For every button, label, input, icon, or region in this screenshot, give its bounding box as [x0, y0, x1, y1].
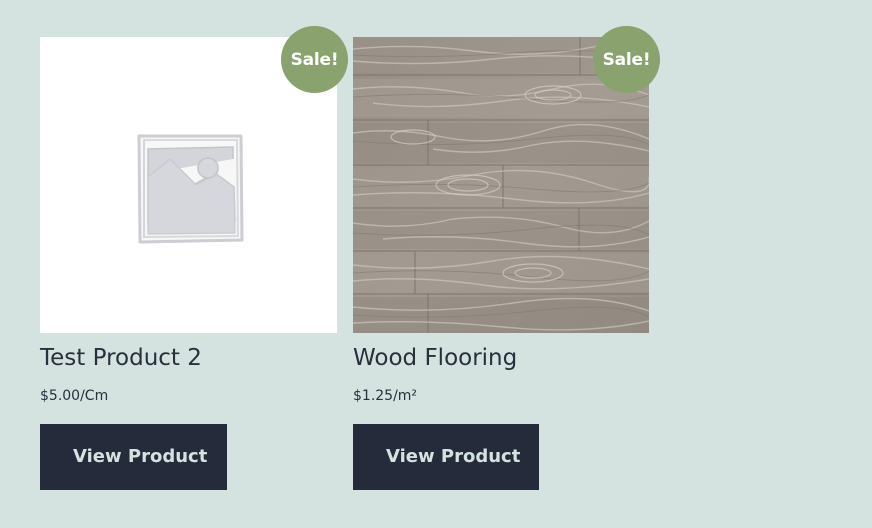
product-price: $5.00/Cm: [40, 388, 109, 404]
view-product-button[interactable]: View Product: [353, 424, 539, 490]
product-price: $1.25/m²: [353, 388, 418, 404]
sale-badge: Sale!: [281, 26, 348, 93]
product-card: Sale! Wood Flooring $1.25/m² View Produc…: [353, 26, 660, 497]
product-title[interactable]: Test Product 2: [40, 343, 202, 373]
product-card: Sale! Test Product 2 $5.00/Cm View Produ…: [40, 26, 348, 497]
product-list: Sale! Test Product 2 $5.00/Cm View Produ…: [40, 26, 680, 507]
view-product-button[interactable]: View Product: [40, 424, 227, 490]
sale-badge: Sale!: [593, 26, 660, 93]
product-title[interactable]: Wood Flooring: [353, 343, 517, 373]
